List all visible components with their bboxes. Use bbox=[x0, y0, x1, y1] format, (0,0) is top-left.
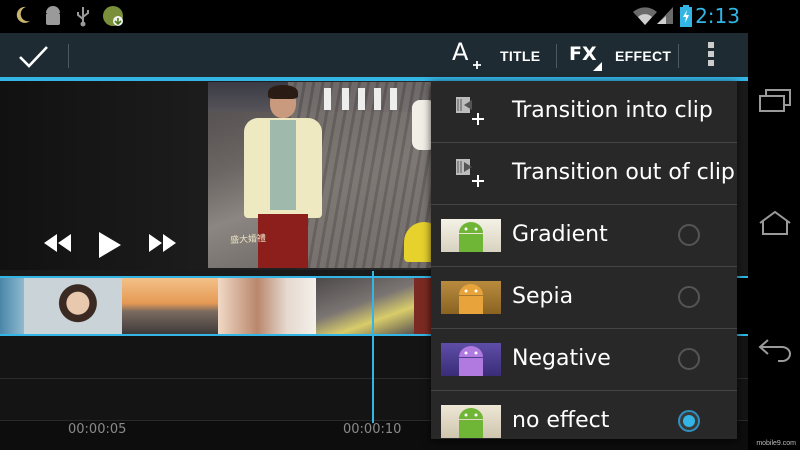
fast-forward-icon bbox=[149, 234, 176, 252]
title-button[interactable]: TITLE bbox=[500, 48, 540, 64]
gradient-effect-thumbnail bbox=[441, 219, 501, 252]
home-button[interactable] bbox=[758, 210, 792, 236]
android-debug-icon bbox=[46, 6, 60, 25]
menu-item-label: no effect bbox=[512, 408, 610, 433]
menu-item-transition-out[interactable]: Transition out of clip bbox=[431, 143, 737, 204]
menu-item-label: Negative bbox=[512, 346, 611, 371]
android-robot-icon bbox=[459, 408, 483, 438]
gradient-radio[interactable] bbox=[678, 224, 700, 246]
timecode-label: 00:00:10 bbox=[343, 422, 402, 437]
transition-out-icon bbox=[456, 159, 484, 187]
clip-thumbnail bbox=[218, 278, 316, 334]
timecode-label: 00:00:05 bbox=[68, 422, 127, 437]
clip-thumbnail bbox=[414, 278, 432, 334]
action-bar-divider bbox=[678, 44, 679, 68]
transition-in-icon bbox=[456, 97, 484, 125]
negative-radio[interactable] bbox=[678, 348, 700, 370]
preview-woman-skirt bbox=[404, 222, 432, 262]
checkmark-icon bbox=[19, 46, 48, 68]
menu-item-negative[interactable]: Negative bbox=[431, 329, 737, 390]
overflow-dot bbox=[708, 51, 714, 57]
clip-thumbnail bbox=[316, 278, 414, 334]
preview-man-shirt bbox=[270, 120, 296, 210]
preview-woman bbox=[412, 100, 432, 150]
usb-icon bbox=[77, 7, 89, 27]
android-robot-icon bbox=[459, 222, 483, 252]
menu-item-transition-in[interactable]: Transition into clip bbox=[431, 81, 737, 142]
action-bar-divider bbox=[68, 44, 69, 68]
wifi-icon bbox=[633, 7, 657, 25]
sepia-radio[interactable] bbox=[678, 286, 700, 308]
moon-icon bbox=[16, 6, 30, 23]
no-effect-radio[interactable] bbox=[678, 410, 700, 432]
sepia-effect-thumbnail bbox=[441, 281, 501, 314]
preview-man-hair bbox=[268, 85, 298, 99]
menu-item-sepia[interactable]: Sepia bbox=[431, 267, 737, 328]
clip-thumbnail bbox=[0, 278, 24, 334]
back-icon bbox=[758, 339, 791, 362]
rewind-icon bbox=[44, 234, 71, 252]
screen: 2:13 A TITLE FX EFFECT 盛大婚禮 00:00:05 00:… bbox=[0, 0, 800, 450]
recent-apps-button[interactable] bbox=[758, 88, 792, 114]
fast-forward-button[interactable] bbox=[146, 230, 178, 256]
no-effect-thumbnail bbox=[441, 405, 501, 438]
android-robot-icon bbox=[459, 284, 483, 314]
play-icon bbox=[99, 232, 121, 258]
menu-item-label: Transition out of clip bbox=[512, 160, 735, 185]
menu-item-label: Sepia bbox=[512, 284, 574, 309]
back-button[interactable] bbox=[758, 336, 792, 362]
status-bar: 2:13 bbox=[0, 0, 800, 33]
overflow-dot bbox=[708, 60, 714, 66]
signal-icon bbox=[657, 7, 673, 24]
fx-icon-glyph: FX bbox=[569, 43, 597, 65]
action-bar-divider bbox=[556, 44, 557, 68]
android-robot-icon bbox=[459, 346, 483, 376]
effect-button[interactable]: EFFECT bbox=[615, 48, 671, 64]
rewind-button[interactable] bbox=[42, 230, 74, 256]
fx-icon[interactable]: FX bbox=[568, 40, 604, 72]
recent-apps-icon bbox=[759, 89, 791, 112]
menu-item-label: Gradient bbox=[512, 222, 608, 247]
app-update-icon bbox=[103, 6, 123, 26]
clip-thumbnail bbox=[122, 278, 218, 334]
playhead[interactable] bbox=[372, 271, 374, 423]
menu-item-no-effect[interactable]: no effect bbox=[431, 391, 737, 450]
play-button[interactable] bbox=[96, 230, 124, 260]
menu-item-label: Transition into clip bbox=[512, 98, 713, 123]
negative-effect-thumbnail bbox=[441, 343, 501, 376]
menu-item-gradient[interactable]: Gradient bbox=[431, 205, 737, 266]
clip-thumbnail bbox=[24, 278, 122, 334]
home-icon bbox=[759, 210, 791, 235]
title-icon-glyph: A bbox=[452, 38, 469, 66]
overflow-menu-button[interactable] bbox=[703, 42, 719, 72]
preview-watermark: 盛大婚禮 bbox=[229, 234, 267, 246]
video-preview[interactable]: 盛大婚禮 bbox=[208, 82, 432, 268]
battery-charging-icon bbox=[680, 5, 692, 27]
overflow-dot bbox=[708, 42, 714, 48]
effects-dropdown-menu: Transition into clip Transition out of c… bbox=[431, 81, 737, 439]
add-title-icon[interactable]: A bbox=[452, 38, 482, 72]
credit-watermark: mobile9.com bbox=[756, 440, 796, 447]
done-button[interactable] bbox=[14, 41, 54, 73]
clock: 2:13 bbox=[695, 4, 740, 28]
